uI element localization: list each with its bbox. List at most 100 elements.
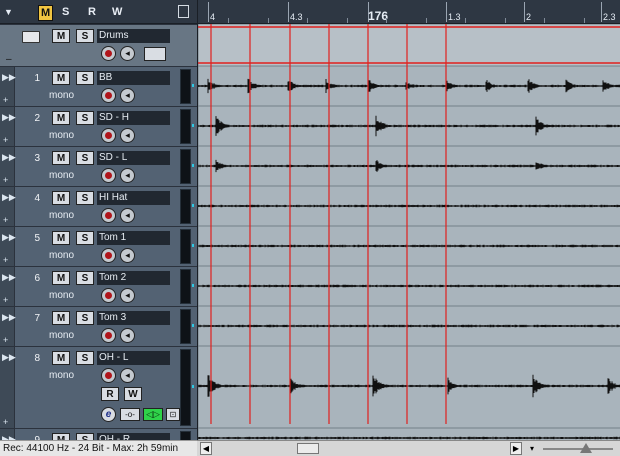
- mute-button[interactable]: M: [52, 433, 70, 440]
- solo-button[interactable]: S: [76, 151, 94, 165]
- track-expand-icon[interactable]: ▶▶: [2, 312, 16, 323]
- track-name[interactable]: Tom 2: [97, 271, 170, 285]
- menu-chevron-icon[interactable]: ▼: [4, 6, 20, 18]
- zoom-slider-handle-icon[interactable]: [580, 443, 592, 453]
- monitor-active-icon[interactable]: ◁▷: [143, 408, 163, 421]
- scroll-right-icon[interactable]: ▶: [510, 442, 522, 455]
- event-display[interactable]: [197, 24, 620, 440]
- folder-edit-icon[interactable]: [144, 47, 166, 61]
- record-enable-button[interactable]: [101, 328, 116, 343]
- window-layout-icon[interactable]: [178, 5, 189, 18]
- track-name[interactable]: OH - L: [97, 351, 170, 365]
- insert-bypass-icon[interactable]: -o-: [120, 408, 140, 421]
- mute-button[interactable]: M: [52, 271, 70, 285]
- mute-button[interactable]: M: [52, 151, 70, 165]
- output-routing-icon[interactable]: ⊡: [166, 408, 180, 421]
- record-enable-button[interactable]: [101, 128, 116, 143]
- monitor-button[interactable]: ◂: [120, 168, 135, 183]
- track-name[interactable]: Drums: [97, 29, 170, 43]
- track-expand-icon[interactable]: ▶▶: [2, 72, 16, 83]
- edit-channel-button[interactable]: e: [101, 407, 116, 422]
- meter-peak-marker: [192, 124, 194, 127]
- solo-button[interactable]: S: [76, 271, 94, 285]
- track-row[interactable]: ▶▶ +2 M S SD - H mono ◂: [0, 106, 197, 146]
- mute-button[interactable]: M: [52, 311, 70, 325]
- solo-button[interactable]: S: [76, 351, 94, 365]
- mute-button[interactable]: M: [52, 231, 70, 245]
- zoom-slider[interactable]: [543, 448, 613, 450]
- solo-button[interactable]: S: [76, 111, 94, 125]
- solo-button[interactable]: S: [76, 433, 94, 440]
- add-lane-icon[interactable]: +: [3, 417, 8, 427]
- add-lane-icon[interactable]: +: [3, 95, 8, 105]
- add-lane-icon[interactable]: +: [3, 135, 8, 145]
- track-row[interactable]: ▶▶+9MSOH - Rmono◂: [0, 428, 197, 440]
- record-enable-button[interactable]: [101, 248, 116, 263]
- solo-button[interactable]: S: [76, 71, 94, 85]
- add-lane-icon[interactable]: +: [3, 175, 8, 185]
- track-row[interactable]: ▶▶ +1 M S BB mono ◂: [0, 66, 197, 106]
- track-row[interactable]: ▶▶ +8 M S OH - L mono ◂ R We -o- ◁▷ ⊡: [0, 346, 197, 428]
- read-automation-button[interactable]: R: [101, 387, 119, 401]
- track-row[interactable]: ▶▶ +7 M S Tom 3 mono ◂: [0, 306, 197, 346]
- track-name[interactable]: HI Hat: [97, 191, 170, 205]
- add-lane-icon[interactable]: +: [3, 335, 8, 345]
- add-lane-icon[interactable]: +: [3, 255, 8, 265]
- toolbar-toggle-1[interactable]: M: [38, 5, 54, 21]
- monitor-button[interactable]: ◂: [120, 128, 135, 143]
- folder-icon[interactable]: [22, 31, 40, 43]
- track-name[interactable]: OH - R: [97, 433, 170, 440]
- monitor-button[interactable]: ◂: [120, 368, 135, 383]
- solo-button[interactable]: S: [76, 29, 94, 43]
- solo-button[interactable]: S: [76, 231, 94, 245]
- record-enable-button[interactable]: [101, 46, 116, 61]
- add-lane-icon[interactable]: +: [3, 295, 8, 305]
- track-row[interactable]: ▶▶ +6 M S Tom 2 mono ◂: [0, 266, 197, 306]
- toolbar-toggle-4[interactable]: W: [112, 5, 122, 19]
- monitor-button[interactable]: ◂: [120, 46, 135, 61]
- track-name[interactable]: SD - L: [97, 151, 170, 165]
- mute-button[interactable]: M: [52, 351, 70, 365]
- zoom-out-icon[interactable]: ▾: [527, 443, 537, 454]
- monitor-button[interactable]: ◂: [120, 88, 135, 103]
- scroll-thumb[interactable]: [297, 443, 319, 454]
- track-expand-icon[interactable]: ▶▶: [2, 232, 16, 243]
- toolbar-toggle-2[interactable]: S: [62, 5, 69, 19]
- track-name[interactable]: Tom 1: [97, 231, 170, 245]
- mute-button[interactable]: M: [52, 111, 70, 125]
- record-enable-button[interactable]: [101, 168, 116, 183]
- track-row[interactable]: ▶▶ +5 M S Tom 1 mono ◂: [0, 226, 197, 266]
- track-expand-icon[interactable]: ▶▶: [2, 352, 16, 363]
- horizontal-scrollbar[interactable]: ◀ ▶ ▾: [197, 440, 620, 456]
- track-expand-icon[interactable]: ▶▶: [2, 272, 16, 283]
- track-expand-icon[interactable]: ▶▶: [2, 152, 16, 163]
- track-side-strip: ▶▶+: [0, 429, 16, 440]
- write-automation-button[interactable]: W: [124, 387, 142, 401]
- monitor-button[interactable]: ◂: [120, 288, 135, 303]
- track-expand-icon[interactable]: ▶▶: [2, 192, 16, 203]
- record-enable-button[interactable]: [101, 208, 116, 223]
- folder-track-drums[interactable]: – M S Drums ◂: [0, 24, 197, 66]
- track-name[interactable]: SD - H: [97, 111, 170, 125]
- monitor-button[interactable]: ◂: [120, 248, 135, 263]
- scroll-left-icon[interactable]: ◀: [200, 442, 212, 455]
- folder-collapse-icon[interactable]: –: [6, 54, 12, 65]
- track-expand-icon[interactable]: ▶▶: [2, 112, 16, 123]
- timeline-ruler[interactable]: 4 4.3 176 1.3 2 2.3: [197, 0, 620, 24]
- track-name[interactable]: BB: [97, 71, 170, 85]
- track-row[interactable]: ▶▶ +3 M S SD - L mono ◂: [0, 146, 197, 186]
- track-name[interactable]: Tom 3: [97, 311, 170, 325]
- record-enable-button[interactable]: [101, 288, 116, 303]
- monitor-button[interactable]: ◂: [120, 208, 135, 223]
- mute-button[interactable]: M: [52, 191, 70, 205]
- record-enable-button[interactable]: [101, 88, 116, 103]
- monitor-button[interactable]: ◂: [120, 328, 135, 343]
- mute-button[interactable]: M: [52, 29, 70, 43]
- track-row[interactable]: ▶▶ +4 M S HI Hat mono ◂: [0, 186, 197, 226]
- solo-button[interactable]: S: [76, 191, 94, 205]
- toolbar-toggle-3[interactable]: R: [88, 5, 96, 19]
- mute-button[interactable]: M: [52, 71, 70, 85]
- add-lane-icon[interactable]: +: [3, 215, 8, 225]
- record-enable-button[interactable]: [101, 368, 116, 383]
- solo-button[interactable]: S: [76, 311, 94, 325]
